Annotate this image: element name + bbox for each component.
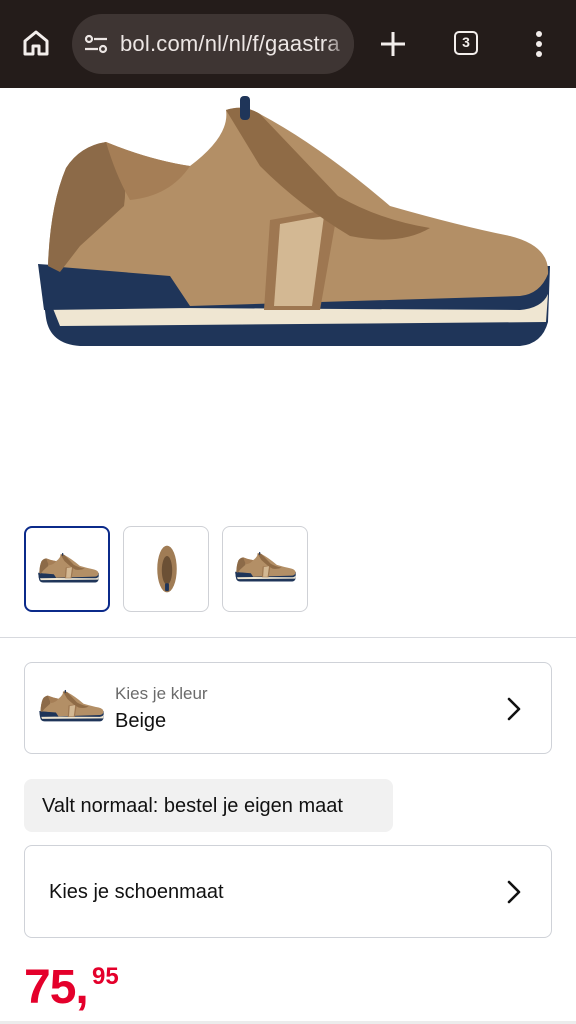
chevron-right-icon bbox=[507, 880, 521, 904]
fit-hint-badge: Valt normaal: bestel je eigen maat bbox=[24, 779, 393, 832]
url-fade bbox=[324, 14, 354, 74]
shoe-top-thumb-image bbox=[154, 535, 180, 603]
color-selector-value: Beige bbox=[115, 710, 167, 732]
price-main: 75, bbox=[24, 961, 89, 1014]
address-bar[interactable]: bol.com/nl/nl/f/gaastra bbox=[72, 14, 354, 74]
size-selector[interactable]: Kies je schoenmaat bbox=[24, 845, 552, 938]
more-vert-icon[interactable] bbox=[528, 28, 550, 60]
plus-icon[interactable] bbox=[378, 29, 408, 59]
shoe-thumb-image bbox=[36, 552, 100, 586]
shoe-thumb-image bbox=[233, 551, 297, 585]
thumbnail-1[interactable] bbox=[24, 526, 110, 612]
price-cents: 95 bbox=[92, 963, 119, 990]
site-settings-icon[interactable] bbox=[84, 33, 108, 55]
chevron-right-icon bbox=[507, 697, 521, 721]
color-selector[interactable]: Kies je kleur Beige bbox=[24, 662, 552, 754]
tab-switcher-icon[interactable]: 3 bbox=[454, 31, 478, 55]
size-selector-label: Kies je schoenmaat bbox=[49, 881, 224, 903]
product-image[interactable] bbox=[0, 88, 576, 508]
shoe-image bbox=[20, 96, 560, 368]
home-icon[interactable] bbox=[20, 27, 52, 59]
color-selector-label: Kies je kleur bbox=[115, 684, 208, 703]
browser-toolbar: bol.com/nl/nl/f/gaastra 3 bbox=[0, 0, 576, 88]
thumbnail-2[interactable] bbox=[123, 526, 209, 612]
thumbnail-3[interactable] bbox=[222, 526, 308, 612]
url-text: bol.com/nl/nl/f/gaastra bbox=[120, 31, 340, 56]
fit-hint-text: Valt normaal: bestel je eigen maat bbox=[42, 795, 343, 817]
color-swatch-image bbox=[37, 685, 105, 729]
section-divider bbox=[0, 637, 576, 638]
